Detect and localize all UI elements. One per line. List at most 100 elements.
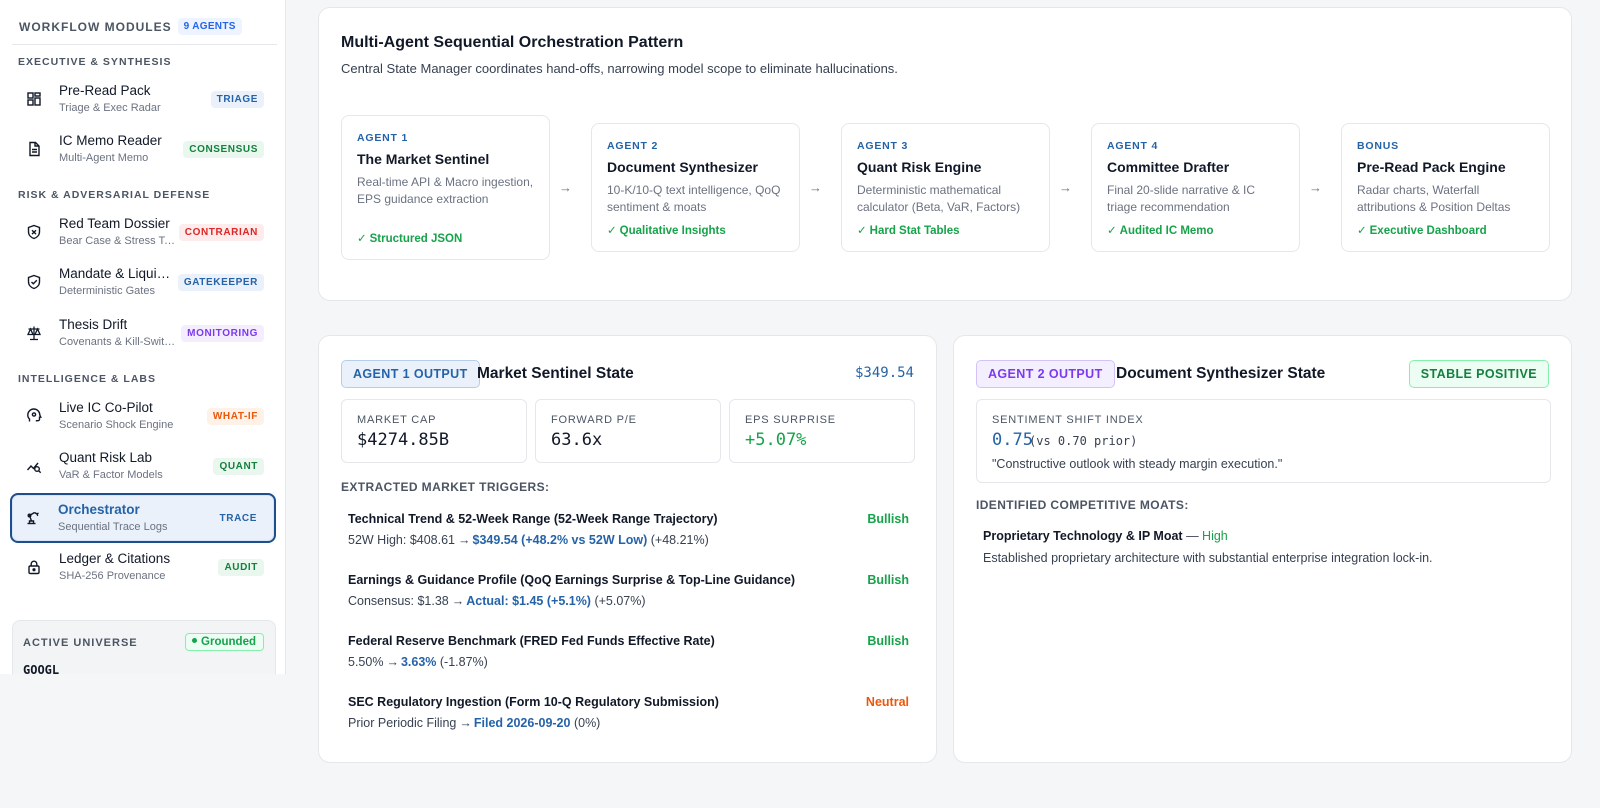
sidebar-item-tag: CONTRARIAN xyxy=(178,224,264,241)
sidebar-item-subtitle: Scenario Shock Engine xyxy=(59,419,174,431)
sidebar-item-tag: AUDIT xyxy=(218,559,264,576)
agent-output-label: Qualitative Insights xyxy=(619,225,726,237)
arrow-right-icon: → xyxy=(459,716,472,730)
trigger-signal: Bullish xyxy=(867,573,909,587)
moat-separator: — xyxy=(1186,529,1199,543)
agent-card-quant-risk-engine[interactable]: AGENT 3 Quant Risk Engine Deterministic … xyxy=(841,123,1050,252)
trigger-signal: Bullish xyxy=(867,634,909,648)
trigger-to: Actual: $1.45 (+5.1%) xyxy=(466,594,591,608)
flow-arrow-icon: → xyxy=(559,180,572,195)
sidebar-item-mandate-liquidity[interactable]: Mandate & Liquidity Deterministic Gates … xyxy=(12,260,276,306)
trigger-from: 5.50% xyxy=(348,655,384,669)
sidebar-item-subtitle: Triage & Exec Radar xyxy=(59,102,161,114)
active-universe-panel: ACTIVE UNIVERSE Grounded GOOGL xyxy=(12,620,276,674)
ssi-prior: (vs 0.70 prior) xyxy=(1029,434,1138,448)
sidebar-divider xyxy=(12,44,277,45)
sidebar-item-tag: TRACE xyxy=(213,510,263,527)
trigger-from: Prior Periodic Filing xyxy=(348,716,457,730)
trigger-from: Consensus: $1.38 xyxy=(348,594,449,608)
sidebar-item-pre-read-pack[interactable]: Pre-Read Pack Triage & Exec Radar TRIAGE xyxy=(12,77,276,123)
trigger-delta: (+5.07%) xyxy=(594,594,646,608)
metric-eps-surprise: EPS SURPRISE +5.07% xyxy=(729,399,915,463)
scale-icon xyxy=(26,325,42,341)
orchestration-pattern-card: Multi-Agent Sequential Orchestration Pat… xyxy=(318,7,1572,301)
sidebar-item-title: Live IC Co-Pilot xyxy=(59,400,153,415)
sidebar-item-ledger-citations[interactable]: Ledger & Citations SHA-256 Provenance AU… xyxy=(12,545,276,591)
flow-arrow-icon: → xyxy=(809,180,822,195)
trigger-item: Technical Trend & 52-Week Range (52-Week… xyxy=(341,512,916,558)
agent-output: ✓ Qualitative Insights xyxy=(607,223,726,237)
trigger-to: $349.54 (+48.2% vs 52W Low) xyxy=(472,533,648,547)
trigger-delta: (0%) xyxy=(573,716,601,730)
agent-output: ✓ Structured JSON xyxy=(357,231,462,245)
metric-market-cap: MARKET CAP $4274.85B xyxy=(341,399,527,463)
sentiment-shift-index-panel: SENTIMENT SHIFT INDEX 0.75 (vs 0.70 prio… xyxy=(976,399,1551,483)
agent-card-document-synthesizer[interactable]: AGENT 2 Document Synthesizer 10-K/10-Q t… xyxy=(591,123,800,252)
market-state-title: Market Sentinel State xyxy=(477,365,634,382)
sidebar-item-tag: MONITORING xyxy=(181,325,264,342)
ssi-quote: "Constructive outlook with steady margin… xyxy=(992,457,1283,471)
document-icon xyxy=(26,141,42,157)
sidebar-item-title: Pre-Read Pack xyxy=(59,83,151,98)
agent-count-badge: 9 AGENTS xyxy=(177,18,242,35)
sidebar-item-title: Ledger & Citations xyxy=(59,551,171,566)
moat-title: Proprietary Technology & IP Moat — High xyxy=(983,529,1228,543)
agent-output: ✓ Audited IC Memo xyxy=(1107,223,1214,237)
ssi-value: 0.75 xyxy=(992,430,1033,450)
active-universe-label: ACTIVE UNIVERSE xyxy=(23,637,138,649)
agent-card-pre-read-pack-engine[interactable]: BONUS Pre-Read Pack Engine Radar charts,… xyxy=(1341,123,1550,252)
agent-description: Final 20-slide narrative & IC triage rec… xyxy=(1107,183,1256,214)
sidebar: WORKFLOW MODULES 9 AGENTS EXECUTIVE & SY… xyxy=(0,0,286,674)
trigger-title: Federal Reserve Benchmark (FRED Fed Fund… xyxy=(348,634,715,648)
trigger-detail: 52W High: $408.61 → $349.54 (+48.2% vs 52W… xyxy=(348,533,709,547)
sidebar-item-live-ic-copilot[interactable]: Live IC Co-Pilot Scenario Shock Engine W… xyxy=(12,394,276,440)
check-icon: ✓ xyxy=(1357,225,1367,237)
ssi-label: SENTIMENT SHIFT INDEX xyxy=(992,414,1144,426)
arrow-right-icon: → xyxy=(458,533,471,547)
sidebar-item-thesis-drift[interactable]: Thesis Drift Covenants & Kill-Switches M… xyxy=(12,311,276,357)
sidebar-item-quant-risk-lab[interactable]: Quant Risk Lab VaR & Factor Models QUANT xyxy=(12,444,276,490)
trigger-detail: 5.50% → 3.63% (-1.87%) xyxy=(348,655,488,669)
metric-value: $4274.85B xyxy=(357,430,450,450)
agent-description: Deterministic mathematical calculator (B… xyxy=(857,183,1021,214)
sidebar-item-title: Quant Risk Lab xyxy=(59,450,153,465)
market-sentinel-state-card: AGENT 1 OUTPUT Market Sentinel State $34… xyxy=(318,335,937,763)
agent-output-badge: AGENT 2 OUTPUT xyxy=(976,360,1115,388)
agent-output: ✓ Executive Dashboard xyxy=(1357,223,1487,237)
agent-output-badge: AGENT 1 OUTPUT xyxy=(341,360,480,388)
robot-arm-icon xyxy=(25,509,41,525)
metric-label: FORWARD P/E xyxy=(551,414,637,426)
sidebar-item-title: IC Memo Reader xyxy=(59,133,162,148)
check-icon: ✓ xyxy=(1107,225,1117,237)
shield-check-icon xyxy=(26,274,42,290)
metric-value: 63.6x xyxy=(551,430,603,450)
agent-card-market-sentinel[interactable]: AGENT 1 The Market Sentinel Real-time AP… xyxy=(341,115,550,260)
sidebar-item-tag: WHAT-IF xyxy=(206,408,264,425)
section-label-executive: EXECUTIVE & SYNTHESIS xyxy=(18,56,172,68)
sidebar-header: WORKFLOW MODULES 9 AGENTS xyxy=(19,18,242,35)
agent-output-label: Audited IC Memo xyxy=(1119,225,1214,237)
sidebar-item-red-team-dossier[interactable]: Red Team Dossier Bear Case & Stress Test… xyxy=(12,210,276,256)
agent-kicker: AGENT 1 xyxy=(357,132,409,144)
section-label-risk: RISK & ADVERSARIAL DEFENSE xyxy=(18,189,211,201)
brain-icon xyxy=(26,408,42,424)
trigger-signal: Bullish xyxy=(867,512,909,526)
check-icon: ✓ xyxy=(607,225,617,237)
grounded-badge-label: Grounded xyxy=(201,636,256,648)
sidebar-item-title: Mandate & Liquidity xyxy=(59,266,177,281)
arrow-right-icon: → xyxy=(451,594,465,608)
sidebar-item-tag: CONSENSUS xyxy=(183,141,264,158)
sidebar-item-subtitle: Deterministic Gates xyxy=(59,285,155,297)
trigger-detail: Prior Periodic Filing → Filed 2026-09-20 (… xyxy=(348,716,600,730)
status-badge: STABLE POSITIVE xyxy=(1408,360,1549,388)
agent-kicker: BONUS xyxy=(1357,140,1399,152)
agent-name: The Market Sentinel xyxy=(357,151,490,167)
agent-card-committee-drafter[interactable]: AGENT 4 Committee Drafter Final 20-slide… xyxy=(1091,123,1300,252)
sidebar-item-orchestrator[interactable]: Orchestrator Sequential Trace Logs TRACE xyxy=(10,493,276,543)
agent-output-label: Executive Dashboard xyxy=(1369,225,1487,237)
orchestration-subtitle: Central State Manager coordinates hand-o… xyxy=(341,61,898,76)
grounded-badge: Grounded xyxy=(185,633,264,651)
sidebar-item-ic-memo-reader[interactable]: IC Memo Reader Multi-Agent Memo CONSENSU… xyxy=(12,127,276,173)
current-price: $349.54 xyxy=(854,365,914,381)
flow-arrow-icon: → xyxy=(1309,180,1322,195)
